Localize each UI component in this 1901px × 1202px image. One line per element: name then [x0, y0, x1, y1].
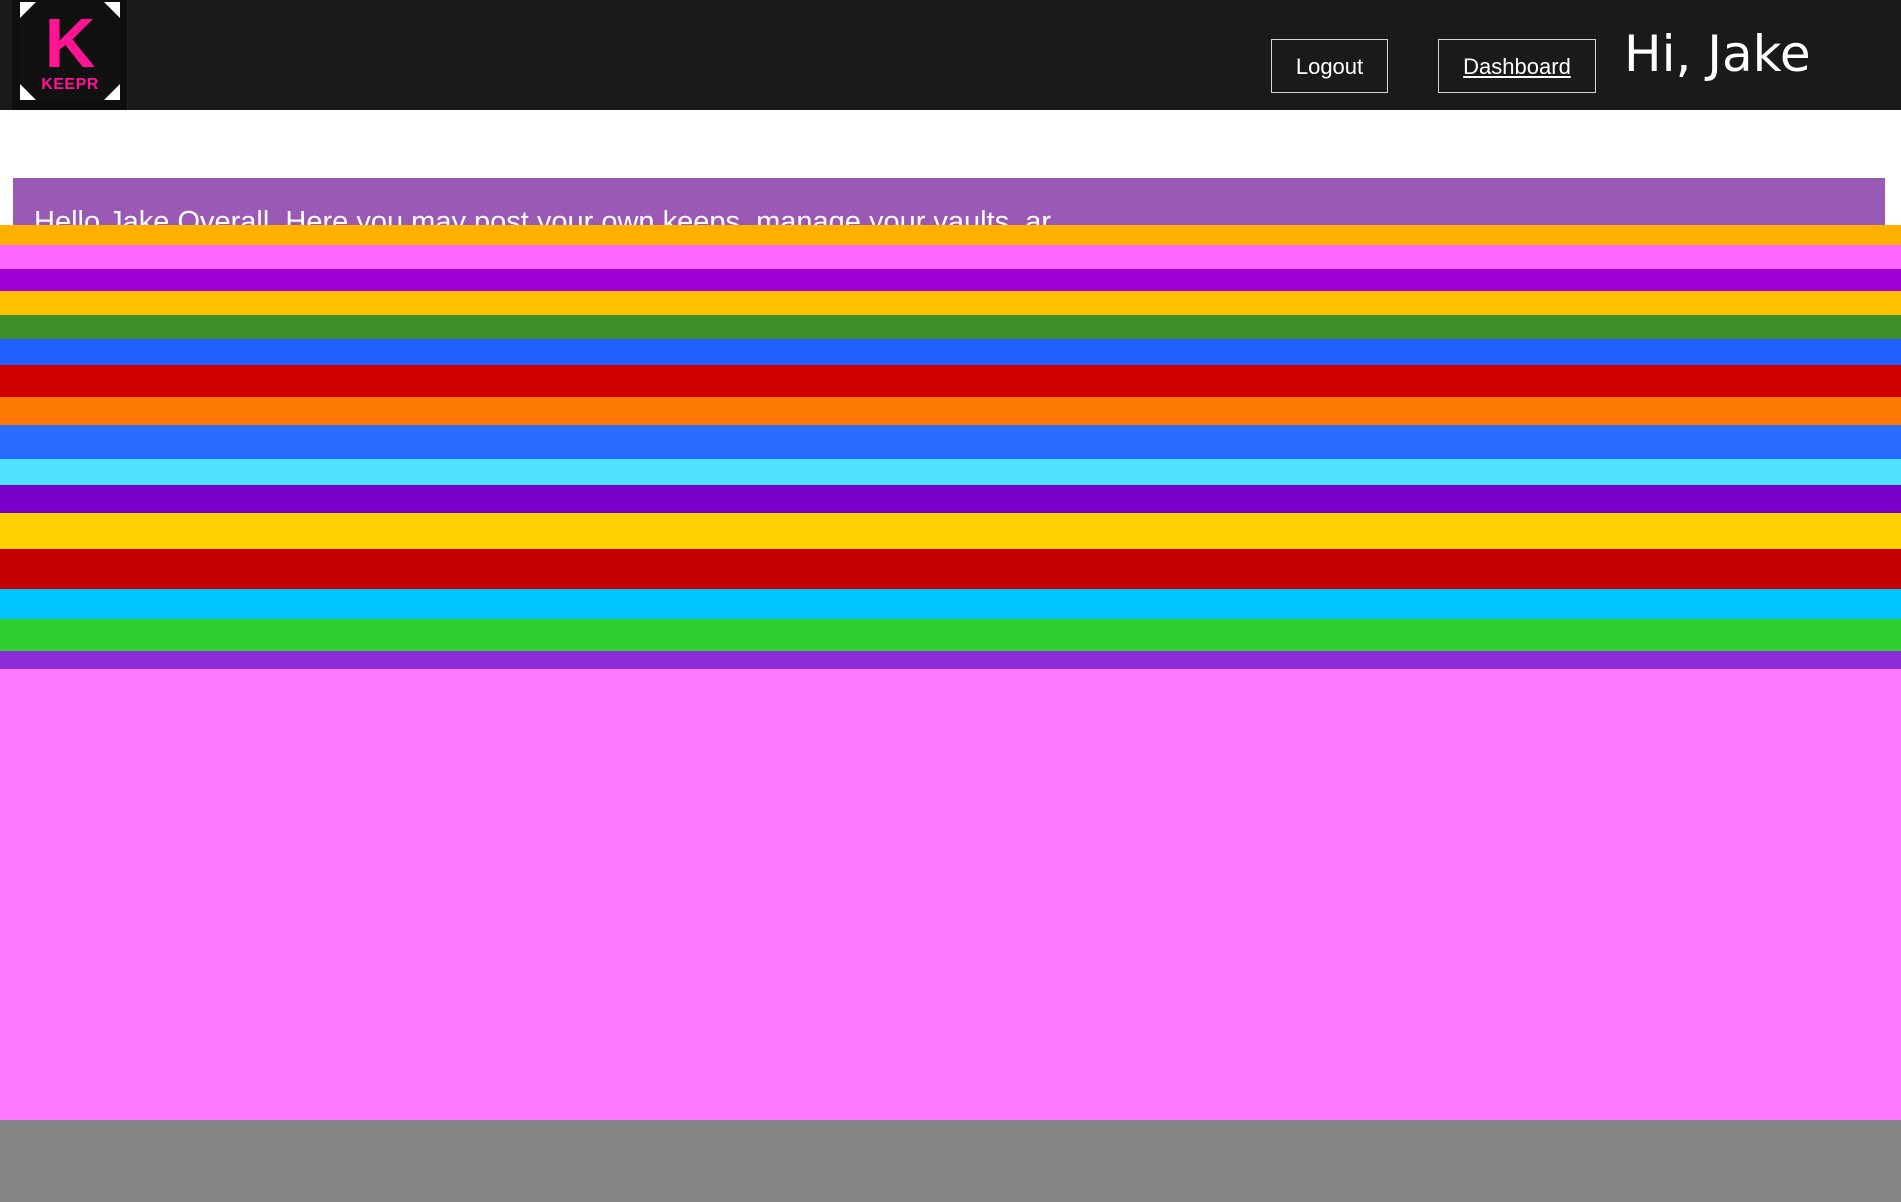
corrupted-band-11	[0, 485, 1901, 513]
main-content-area	[0, 225, 1901, 1120]
corrupted-band-16	[0, 651, 1901, 669]
corrupted-band-1	[0, 225, 1901, 245]
corrupted-band-9	[0, 425, 1901, 459]
corrupted-band-6	[0, 339, 1901, 365]
corrupted-band-8	[0, 397, 1901, 425]
corrupted-band-3	[0, 269, 1901, 291]
logo-wordmark: KEEPR	[41, 76, 99, 93]
corrupted-band-15	[0, 619, 1901, 651]
page-footer	[0, 1120, 1901, 1202]
user-greeting: Hi, Jake	[1624, 25, 1811, 83]
logo-container[interactable]: K KEEPR	[12, 0, 128, 110]
keepr-logo[interactable]: K KEEPR	[20, 2, 120, 100]
corrupted-band-7	[0, 365, 1901, 397]
logout-button[interactable]: Logout	[1271, 39, 1388, 93]
corrupted-band-5	[0, 315, 1901, 339]
corrupted-band-14	[0, 589, 1901, 619]
corrupted-band-10	[0, 459, 1901, 485]
corrupted-band-12	[0, 513, 1901, 549]
top-navbar: K KEEPR Logout Dashboard Hi, Jake	[0, 0, 1901, 110]
corrupted-band-4	[0, 291, 1901, 315]
logo-letter: K	[44, 4, 96, 82]
dashboard-button[interactable]: Dashboard	[1438, 39, 1596, 93]
welcome-banner: Hello Jake Overall. Here you may post yo…	[13, 178, 1885, 226]
welcome-message: Hello Jake Overall. Here you may post yo…	[34, 206, 1052, 226]
corrupted-band-13	[0, 549, 1901, 589]
corrupted-band-2	[0, 245, 1901, 269]
